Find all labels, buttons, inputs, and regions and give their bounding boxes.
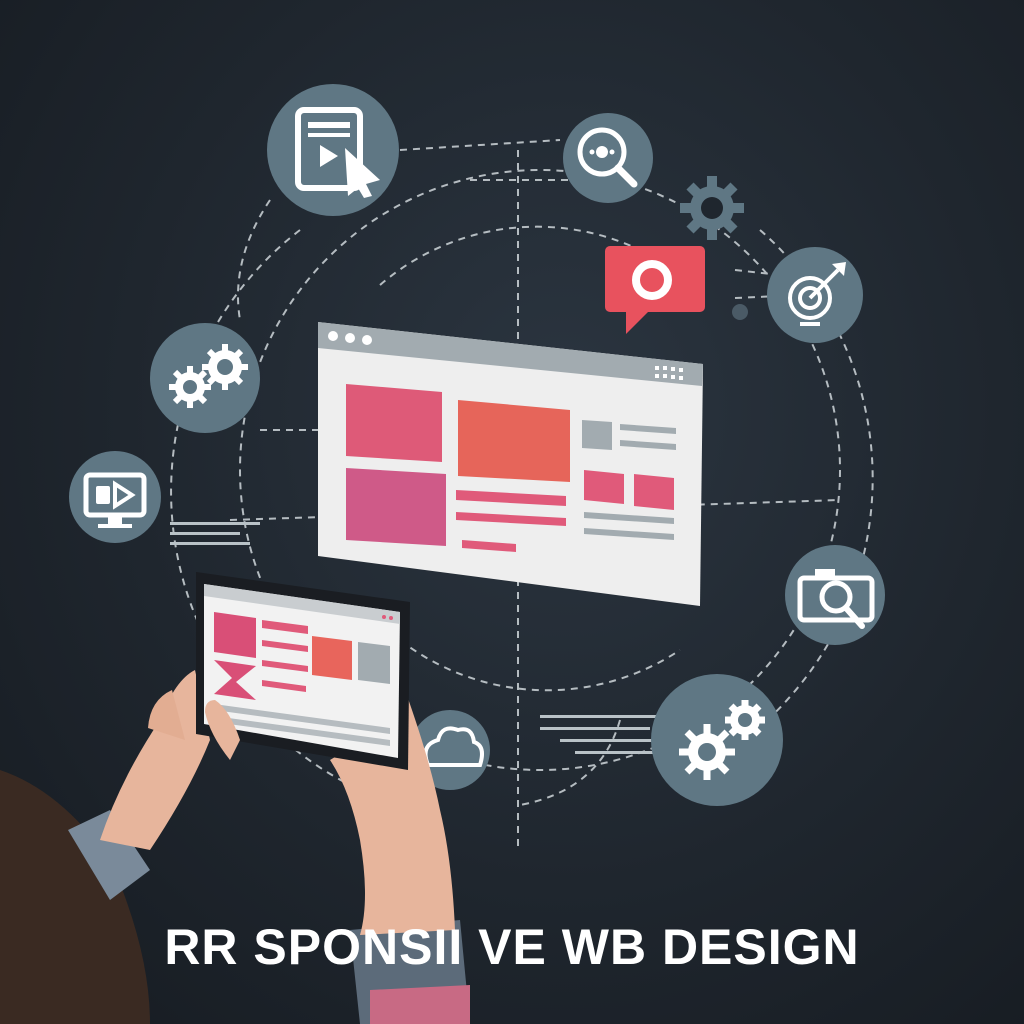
video-monitor-icon <box>69 451 161 543</box>
chat-bubble-icon <box>605 246 705 334</box>
gears-bottom-icon <box>651 674 783 806</box>
camera-search-icon <box>785 545 885 645</box>
search-eye-icon <box>563 113 653 203</box>
tablet-video-icon <box>267 84 399 216</box>
browser-window <box>318 322 703 606</box>
gear-icon <box>680 176 744 240</box>
gears-icon <box>150 323 260 433</box>
scene <box>0 84 885 1024</box>
small-dot <box>732 304 748 320</box>
caption-text: RR SPONSII VE WB DESIGN <box>164 919 860 975</box>
target-icon <box>767 247 863 343</box>
